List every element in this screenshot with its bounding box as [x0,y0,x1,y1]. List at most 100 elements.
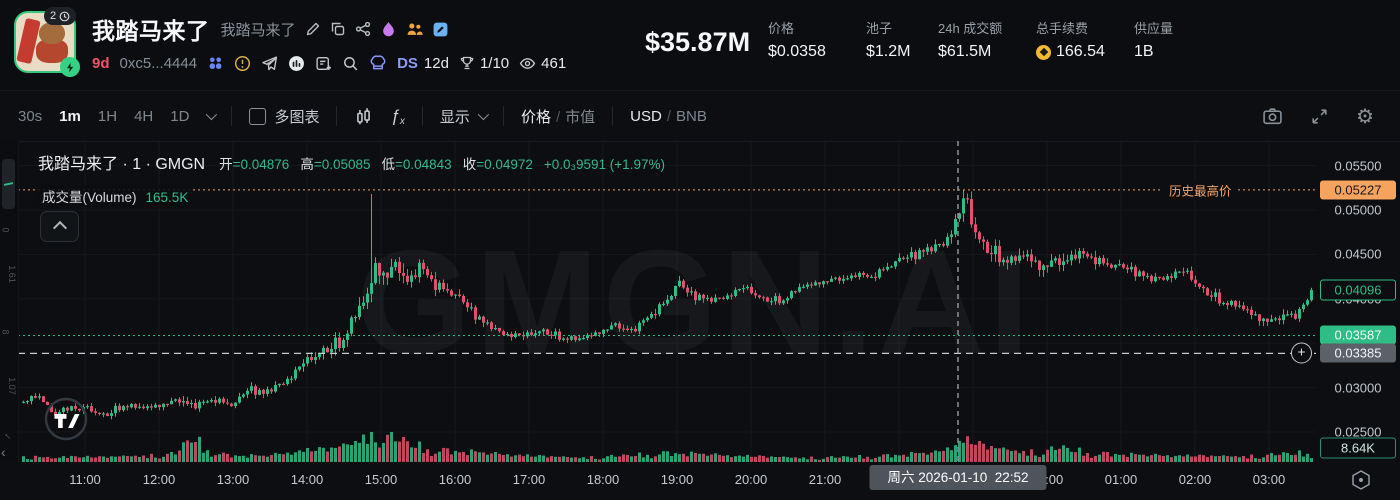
interval-30s[interactable]: 30s [18,108,42,125]
search-icon[interactable] [342,55,359,72]
axis-settings-icon[interactable] [1350,469,1372,491]
left-rail-tab[interactable] [2,159,15,209]
bnb-coin-icon [1036,45,1051,60]
token-fullname: 我踏马来了 [221,19,296,40]
watchers-count: 461 [541,55,566,72]
token-info: 我踏马来了 我踏马来了 9d 0xc5...4444 DS [92,12,566,72]
chart-legend: 我踏马来了 · 1 · GMGN 开=0.04876 高=0.05085 低=0… [38,150,665,174]
collapse-pane-button[interactable] [40,211,79,242]
y-axis-tick: 0.05000 [1316,203,1400,218]
volume-legend: 成交量(Volume)165.5K [38,185,192,207]
x-axis-tick: 19:00 [661,472,694,487]
support-price-badge: 0.03587 [1320,326,1396,345]
screenshot-icon[interactable] [1262,106,1283,127]
x-axis-tick: 16:00 [439,472,472,487]
x-axis-tick: 18:00 [587,472,620,487]
x-axis-tick: 01:00 [1105,472,1138,487]
legend-title: 我踏马来了 · 1 · GMGN [38,150,205,174]
ds-label[interactable]: DS [397,55,418,72]
x-axis-tick: 21:00 [809,472,842,487]
scroll-left-icon[interactable] [1,444,6,460]
token-header: 2 我踏马来了 我踏马来了 9d 0xc5...4444 [0,0,1400,90]
indicators-icon[interactable] [390,106,404,127]
chat-icon[interactable] [432,21,449,38]
x-axis-tick: 14:00 [291,472,324,487]
crosshair-time-badge: 周六 2026-01-10 22:52 [869,465,1046,490]
holders-icon[interactable] [207,55,224,72]
x-axis-tick: 20:00 [735,472,768,487]
left-rail-glyph: 0 [1,227,11,232]
trophy-icon [459,55,475,71]
token-avatar[interactable]: 2 [14,11,76,73]
chart-toolbar: 30s 1m 1H 4H 1D 多图表 显示 价格/市值 USD/BNB [0,90,1400,142]
token-address[interactable]: 0xc5...4444 [120,55,198,72]
stat-supply: 供应量1B [1134,18,1173,61]
x-axis-tick: 15:00 [365,472,398,487]
current-price-badge: 0.04096 [1320,280,1396,301]
flame-icon[interactable] [380,21,397,38]
edit-icon[interactable] [305,21,321,37]
price-mcap-toggle[interactable]: 价格/市值 [521,106,595,127]
watchers-badge[interactable]: 461 [519,55,566,72]
x-axis-tick: 13:00 [217,472,250,487]
rank-badge[interactable]: 1/10 [459,55,509,72]
community-icon[interactable] [406,21,423,38]
stat-volume-24h: 24h 成交额$61.5M [938,18,1002,61]
lightning-icon [65,62,76,73]
left-rail-glyph: ✓ [1,433,12,441]
rank-value: 1/10 [480,55,509,72]
chevron-down-icon [478,109,489,120]
price-axis[interactable]: 0.055000.050000.045000.040000.030000.025… [1316,141,1400,471]
chevron-up-icon [52,221,66,235]
x-axis-tick: 11:00 [69,472,101,487]
share-icon[interactable] [355,21,371,37]
y-axis-tick: 0.04500 [1316,247,1400,262]
warning-icon[interactable] [234,55,251,72]
left-rail-glyph: 8 [1,329,11,334]
x-axis-tick: 12:00 [143,472,176,487]
fullscreen-icon[interactable] [1310,107,1329,126]
settings-icon[interactable] [1356,104,1374,129]
stat-price: 价格$0.0358 [768,18,826,61]
ath-line-label: 历史最高价 [1163,180,1238,199]
time-axis[interactable]: 11:00 12:00 13:00 14:00 15:00 16:00 17:00 18:00… [0,462,1400,500]
interval-dropdown-icon[interactable] [206,109,217,120]
boost-badge [60,57,80,77]
ds-age: 12d [424,55,449,72]
volume-axis-badge: 8.64K [1320,438,1396,459]
eye-icon [519,55,536,72]
candlestick-style-icon[interactable] [354,107,373,126]
market-cap: $35.87M [645,27,750,58]
note-icon[interactable] [315,55,332,72]
multi-chart-toggle[interactable]: 多图表 [249,106,319,127]
price-change: +0.0₃9591 (+1.97%) [544,157,665,172]
x-axis-tick: 03:00 [1253,472,1286,487]
y-axis-tick: 0.05500 [1316,158,1400,173]
platform-logo-icon[interactable] [288,55,305,72]
checkbox-icon[interactable] [249,108,266,125]
y-axis-tick: 0.03000 [1316,380,1400,395]
chef-hat-icon[interactable] [369,54,387,72]
interval-1m[interactable]: 1m [59,108,81,125]
left-rail-glyph: 1.61 [7,265,17,283]
telegram-icon[interactable] [261,55,278,72]
x-axis-tick: 02:00 [1179,472,1212,487]
avatar-count-badge: 2 [44,7,76,25]
gmgn-chart-page: 2 我踏马来了 我踏马来了 9d 0xc5...4444 [0,0,1400,500]
stat-pool: 池子$1.2M [866,18,910,61]
interval-1h[interactable]: 1H [98,108,117,125]
chart-area[interactable]: GMGN.AI 0 1.61 8 1.07 ✓ 我踏马来了 · 1 · GMGN… [0,141,1400,500]
interval-4h[interactable]: 4H [134,108,153,125]
display-menu[interactable]: 显示 [440,106,486,127]
copy-icon[interactable] [330,21,346,37]
ath-price-badge: 0.05227 [1320,180,1396,199]
crosshair-price-badge: 0.03385 [1320,344,1396,363]
volume-value: 165.5K [146,190,189,205]
usd-bnb-toggle[interactable]: USD/BNB [630,108,707,125]
tradingview-logo[interactable] [44,397,88,441]
add-alert-icon[interactable] [1291,343,1312,364]
stat-total-fees: 总手续费 166.54 [1036,18,1105,61]
left-rail-glyph: 1.07 [7,377,17,395]
interval-1d[interactable]: 1D [170,108,189,125]
x-axis-tick: 17:00 [513,472,546,487]
